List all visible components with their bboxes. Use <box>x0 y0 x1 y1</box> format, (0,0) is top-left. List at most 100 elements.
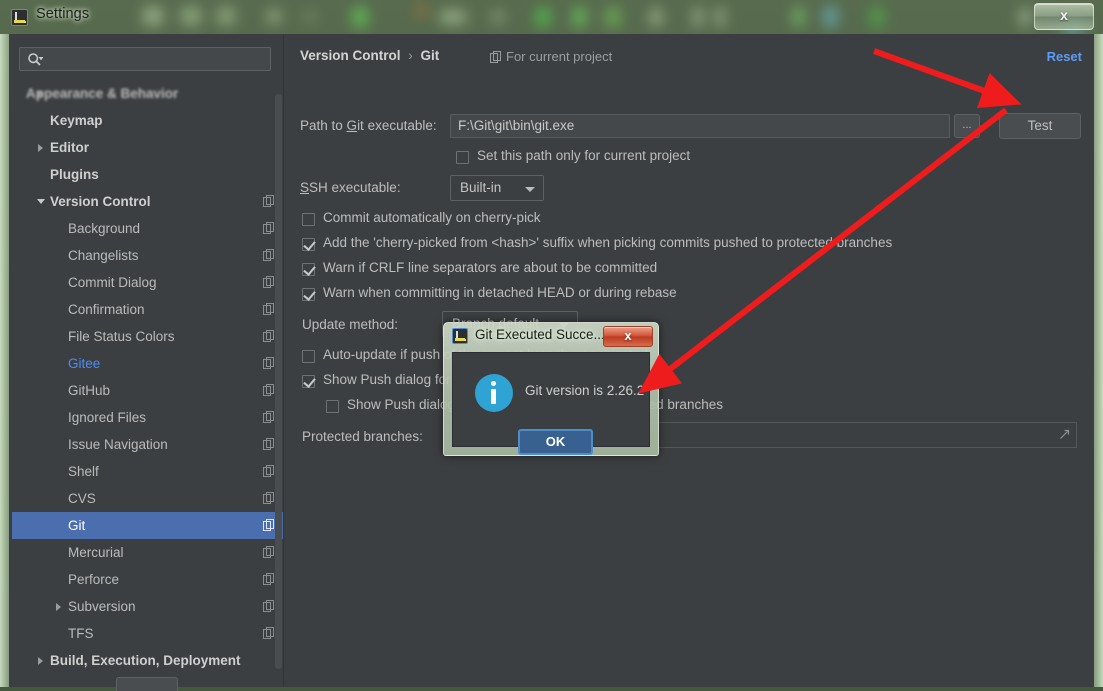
sidebar-item-label: Gitee <box>68 356 101 371</box>
warn-detached-head-checkbox[interactable] <box>302 288 315 301</box>
chevron-right-icon[interactable] <box>38 144 43 152</box>
sidebar-item-github[interactable]: GitHub <box>12 377 284 404</box>
copy-icon <box>263 465 274 477</box>
set-path-only-label: Set this path only for current project <box>477 148 691 163</box>
dialog-titlebar: Git Executed Succe... x <box>444 323 658 350</box>
sidebar-item-label: Build, Execution, Deployment <box>50 653 241 668</box>
sidebar-item-cvs[interactable]: CVS <box>12 485 284 512</box>
window-title: Settings <box>36 6 90 22</box>
sidebar-item-keymap[interactable]: Keymap <box>12 107 284 134</box>
sidebar-item-gitee[interactable]: Gitee <box>12 350 284 377</box>
search-input[interactable] <box>19 47 271 71</box>
show-push-dialog-checkbox[interactable] <box>302 375 315 388</box>
chevron-right-icon[interactable] <box>56 603 61 611</box>
add-cherry-picked-suffix-checkbox[interactable] <box>302 238 315 251</box>
breadcrumb-leaf: Git <box>420 48 440 63</box>
protected-branches-label: Protected branches: <box>302 429 423 444</box>
copy-icon <box>263 195 274 207</box>
window-left-edge <box>0 34 9 687</box>
copy-icon <box>263 573 274 585</box>
info-icon <box>475 374 513 412</box>
sidebar-item-appearance-behavior[interactable]: Appearance & Behavior <box>12 80 284 107</box>
ssh-label-mnemonic: S <box>300 180 310 195</box>
window-close-button[interactable]: x <box>1034 3 1094 30</box>
sidebar-item-label: Ignored Files <box>68 410 147 425</box>
path-label-post: it executable: <box>357 118 437 133</box>
sidebar-item-label: Issue Navigation <box>68 437 168 452</box>
sidebar-item-mercurial[interactable]: Mercurial <box>12 539 284 566</box>
sidebar-item-plugins[interactable]: Plugins <box>12 161 284 188</box>
dialog-ok-button[interactable]: OK <box>518 429 593 455</box>
show-push-dialog-protected-checkbox[interactable] <box>326 400 339 413</box>
sidebar-item-subversion[interactable]: Subversion <box>12 593 284 620</box>
copy-icon <box>490 51 501 63</box>
close-icon: x <box>624 328 632 343</box>
git-executable-path-input[interactable]: F:\Git\git\bin\git.exe <box>450 114 950 138</box>
intellij-idea-icon <box>452 328 468 344</box>
chevron-right-icon[interactable] <box>38 657 43 665</box>
sidebar-item-build-execution-deployment[interactable]: Build, Execution, Deployment <box>12 647 284 674</box>
settings-sidebar: Appearance & Behavior Keymap Editor Plugins… <box>12 34 284 691</box>
sidebar-item-label: Mercurial <box>68 545 124 560</box>
window-titlebar: Settings x <box>0 0 1103 34</box>
sidebar-bottom-button[interactable] <box>116 677 178 691</box>
sidebar-item-label: Confirmation <box>68 302 145 317</box>
sidebar-item-tfs[interactable]: TFS <box>12 620 284 647</box>
intellij-idea-icon <box>11 9 28 26</box>
sidebar-item-label: CVS <box>68 491 96 506</box>
set-path-only-checkbox[interactable] <box>456 151 469 164</box>
breadcrumb-root[interactable]: Version Control <box>300 48 401 63</box>
copy-icon <box>263 330 274 342</box>
update-method-label: Update method: <box>302 317 399 332</box>
copy-icon <box>263 222 274 234</box>
test-button[interactable]: Test <box>999 113 1081 139</box>
sidebar-item-git[interactable]: Git <box>12 512 284 539</box>
add-cherry-picked-suffix-label: Add the 'cherry-picked from <hash>' suff… <box>323 235 893 250</box>
warn-crlf-label: Warn if CRLF line separators are about t… <box>323 260 658 275</box>
browse-button[interactable]: ... <box>954 114 980 138</box>
for-current-project-label: For current project <box>506 49 613 64</box>
sidebar-item-label: Plugins <box>50 167 99 182</box>
dialog-close-button[interactable]: x <box>603 326 653 347</box>
path-to-git-label: Path to Git executable: <box>300 118 437 133</box>
sidebar-item-label: Editor <box>50 140 89 155</box>
sidebar-item-background[interactable]: Background <box>12 215 284 242</box>
window-right-edge <box>1094 34 1103 687</box>
copy-icon <box>263 546 274 558</box>
warn-detached-head-label: Warn when committing in detached HEAD or… <box>323 285 677 300</box>
sidebar-item-label: Background <box>68 221 141 236</box>
ssh-executable-select[interactable]: Built-in <box>450 175 544 201</box>
copy-icon <box>263 492 274 504</box>
ssh-label-post: SH executable: <box>309 180 401 195</box>
commit-auto-cherry-pick-checkbox[interactable] <box>302 213 315 226</box>
breadcrumb-separator: › <box>408 48 413 63</box>
sidebar-scrollbar[interactable] <box>275 94 282 669</box>
copy-icon <box>263 438 274 450</box>
git-executed-dialog: Git Executed Succe... x Git version is 2… <box>443 322 659 456</box>
copy-icon <box>263 600 274 612</box>
sidebar-item-ignored-files[interactable]: Ignored Files <box>12 404 284 431</box>
chevron-down-icon[interactable] <box>37 199 45 204</box>
close-icon: x <box>1060 7 1068 23</box>
sidebar-item-label: Keymap <box>50 113 103 128</box>
settings-tree[interactable]: Appearance & Behavior Keymap Editor Plugins… <box>12 80 284 680</box>
expand-icon[interactable] <box>1059 429 1070 440</box>
reset-link[interactable]: Reset <box>1047 49 1082 64</box>
sidebar-item-version-control[interactable]: Version Control <box>12 188 284 215</box>
sidebar-item-commit-dialog[interactable]: Commit Dialog <box>12 269 284 296</box>
auto-update-push-checkbox[interactable] <box>302 350 315 363</box>
warn-crlf-checkbox[interactable] <box>302 263 315 276</box>
sidebar-item-shelf[interactable]: Shelf <box>12 458 284 485</box>
sidebar-item-label: Perforce <box>68 572 120 587</box>
sidebar-item-changelists[interactable]: Changelists <box>12 242 284 269</box>
copy-icon <box>263 384 274 396</box>
sidebar-item-label: TFS <box>68 626 94 641</box>
sidebar-item-perforce[interactable]: Perforce <box>12 566 284 593</box>
sidebar-item-confirmation[interactable]: Confirmation <box>12 296 284 323</box>
sidebar-item-label: Git <box>68 518 86 533</box>
sidebar-divider <box>283 34 284 687</box>
sidebar-item-file-status-colors[interactable]: File Status Colors <box>12 323 284 350</box>
sidebar-item-label: Shelf <box>68 464 99 479</box>
sidebar-item-issue-navigation[interactable]: Issue Navigation <box>12 431 284 458</box>
sidebar-item-editor[interactable]: Editor <box>12 134 284 161</box>
